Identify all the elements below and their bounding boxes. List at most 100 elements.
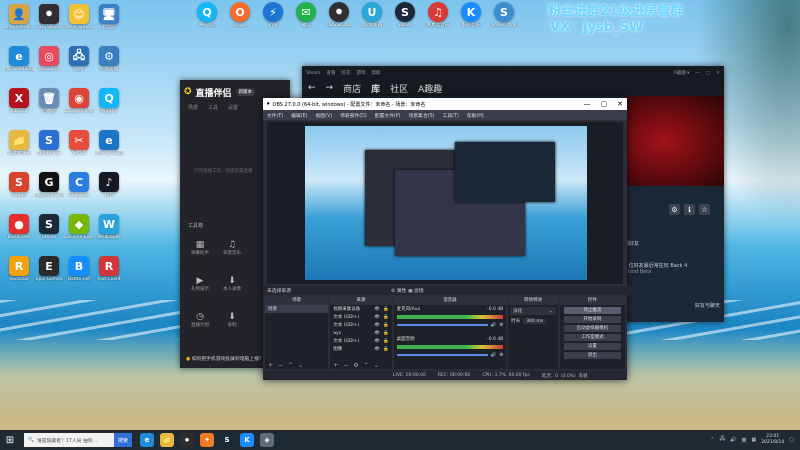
live-tool-item[interactable]: ⬇ 录制: [218, 312, 246, 328]
taskbar-app-icon[interactable]: ⏺: [180, 433, 195, 447]
minimize-icon[interactable]: —: [584, 100, 591, 108]
maximize-icon[interactable]: ▢: [706, 71, 710, 76]
taskbar-app-icon[interactable]: e: [140, 433, 155, 447]
steam-menu-help[interactable]: 帮助: [372, 70, 381, 76]
live-tool-item[interactable]: ▶ 礼物展示: [186, 276, 214, 292]
obs-control-button[interactable]: 停止推流: [563, 307, 621, 314]
desktop-icon[interactable]: eInternet Explorer: [94, 130, 124, 156]
taskbar-app-icon[interactable]: ✦: [200, 433, 215, 447]
desktop-icon[interactable]: ✂ 快剪辑: [64, 130, 94, 156]
info-icon[interactable]: ℹ: [684, 204, 695, 215]
close-icon[interactable]: ✕: [617, 100, 623, 108]
live-tab-settings[interactable]: 设置: [228, 104, 238, 111]
star-icon[interactable]: ☆: [699, 204, 710, 215]
chevron-up-icon[interactable]: ⌃: [364, 362, 369, 369]
forward-arrow-icon[interactable]: →: [326, 83, 334, 93]
lock-icon[interactable]: 🔒: [383, 331, 389, 336]
live-tool-item[interactable]: ▦ 弹幕助手: [186, 240, 214, 256]
steam-menu-steam[interactable]: Steam: [306, 71, 321, 76]
gear-icon[interactable]: ⚙: [669, 204, 680, 215]
desktop-icon[interactable]: R Rockstar: [4, 256, 34, 282]
desktop-icon[interactable]: S 搜狗输入法: [34, 130, 64, 156]
live-version-badge[interactable]: 新版本: [235, 88, 256, 96]
desktop-icon[interactable]: B Battle.net: [64, 256, 94, 282]
lock-icon[interactable]: 🔒: [383, 307, 389, 312]
gear-icon[interactable]: ⚙: [499, 323, 503, 328]
properties-filters-buttons[interactable]: ⚙ 属性 ▣ 滤镜: [391, 287, 424, 294]
chevron-down-icon[interactable]: ⌄: [374, 362, 379, 369]
maximize-icon[interactable]: ▢: [601, 100, 608, 108]
taskbar-app-icon[interactable]: K: [240, 433, 255, 447]
obs-menu-item[interactable]: 帮助(H): [467, 112, 484, 119]
desktop-icon[interactable]: 🖧 网络: [64, 46, 94, 72]
duration-input[interactable]: 300 ms: [523, 318, 547, 324]
steam-nav-library[interactable]: 库: [371, 82, 380, 95]
source-item[interactable]: 文本 (GDI+) 👁 🔒: [330, 313, 391, 321]
gear-icon[interactable]: ⚙: [353, 362, 358, 369]
obs-preview-canvas[interactable]: [267, 122, 623, 284]
add-icon[interactable]: +: [333, 362, 338, 369]
notification-icon[interactable]: ▢: [789, 437, 794, 443]
lock-icon[interactable]: 🔒: [383, 347, 389, 352]
obs-control-button[interactable]: 开始录制: [563, 316, 621, 323]
live-tool-item[interactable]: ♫ 背景音乐: [218, 240, 246, 256]
eye-icon[interactable]: 👁: [374, 307, 380, 312]
desktop-icon[interactable]: 😊 VeryCapture: [64, 4, 94, 30]
taskbar-app-icon[interactable]: 📁: [160, 433, 175, 447]
desktop-icon[interactable]: S Snagit: [4, 172, 34, 198]
network-icon[interactable]: 🖧: [720, 436, 726, 444]
desktop-icon[interactable]: S Steam 加速: [489, 2, 519, 28]
obs-menu-item[interactable]: 编辑(E): [291, 112, 307, 119]
remove-icon[interactable]: −: [278, 362, 283, 369]
taskbar-app-icon[interactable]: ◈: [260, 433, 275, 447]
desktop-icon[interactable]: C CCleaner: [64, 172, 94, 198]
eye-icon[interactable]: 👁: [374, 331, 380, 336]
steam-friends-chat-button[interactable]: 好友与聊天: [624, 302, 720, 309]
taskbar-clock[interactable]: 23:01 2021/8/14: [761, 434, 784, 446]
chevron-up-icon[interactable]: ⌃: [710, 437, 714, 443]
obs-control-button[interactable]: 工作室模式: [563, 334, 621, 341]
obs-control-button[interactable]: 启动虚拟摄像机: [563, 325, 621, 332]
desktop-icon[interactable]: ⏺ OBS Studio: [34, 4, 64, 30]
desktop-icon[interactable]: ✉ 微信: [291, 2, 321, 28]
input-language-indicator[interactable]: 英: [741, 437, 746, 444]
obs-menu-item[interactable]: 停靠部件(D): [340, 112, 367, 119]
steam-menu-games[interactable]: 游戏: [357, 70, 366, 76]
desktop-icon[interactable]: ⏺ OBS Studio: [324, 2, 354, 28]
steam-titlebar[interactable]: Steam 查看 好友 游戏 帮助 A趣趣 ▾ — ▢ ✕: [302, 66, 724, 80]
desktop-icon[interactable]: ♪ 抖音: [94, 172, 124, 198]
live-tab-tools[interactable]: 工具: [208, 104, 218, 111]
remove-icon[interactable]: −: [343, 362, 348, 369]
desktop-icon[interactable]: GLogitech G HUB: [34, 172, 64, 198]
desktop-icon[interactable]: U UU加速器: [357, 2, 387, 28]
source-item[interactable]: 文本 (GDI+) 👁 🔒: [330, 337, 391, 345]
app-tray-icon[interactable]: ▦: [751, 437, 756, 443]
live-help-link[interactable]: ● 如何把手机游戏投屏到电脑上播？: [186, 355, 264, 362]
desktop-icon[interactable]: ◉Google Chrome: [64, 88, 94, 114]
obs-menu-item[interactable]: 配置文件(P): [375, 112, 401, 119]
live-tool-item[interactable]: ◷ 直播计划: [186, 312, 214, 328]
desktop-icon[interactable]: ● Bandicam: [4, 214, 34, 240]
desktop-icon[interactable]: 📁 新建文件夹: [4, 130, 34, 156]
steam-nav-profile[interactable]: A趣趣: [418, 82, 442, 95]
desktop-icon[interactable]: E Epic Games: [34, 256, 64, 282]
obs-menu-item[interactable]: 工具(T): [443, 112, 459, 119]
obs-titlebar[interactable]: ⏺ OBS 27.0.0 (64-bit, windows) - 配置文件：未命…: [263, 98, 627, 110]
desktop-icon[interactable]: e Microsoft Edge: [4, 46, 34, 72]
back-arrow-icon[interactable]: ←: [308, 83, 316, 93]
eye-icon[interactable]: 👁: [374, 315, 380, 320]
obs-window[interactable]: ⏺ OBS 27.0.0 (64-bit, windows) - 配置文件：未命…: [263, 98, 635, 380]
volume-slider[interactable]: [396, 324, 488, 326]
add-icon[interactable]: +: [268, 362, 273, 369]
obs-menu-item[interactable]: 视图(V): [315, 112, 332, 119]
steam-nav-community[interactable]: 社区: [390, 82, 408, 95]
desktop-icon[interactable]: S Steam: [34, 214, 64, 240]
desktop-icon[interactable]: W Wallpaper: [94, 214, 124, 240]
chevron-up-icon[interactable]: ⌃: [288, 362, 293, 369]
desktop-icon[interactable]: O Origin: [225, 2, 255, 28]
lock-icon[interactable]: 🔒: [383, 323, 389, 328]
desktop-icon[interactable]: Q 腾讯QQ: [192, 2, 222, 28]
obs-control-button[interactable]: 设置: [563, 343, 621, 350]
desktop-icon[interactable]: 👤 Administrat...: [4, 4, 34, 30]
desktop-icon[interactable]: ◎ WeGame: [34, 46, 64, 72]
